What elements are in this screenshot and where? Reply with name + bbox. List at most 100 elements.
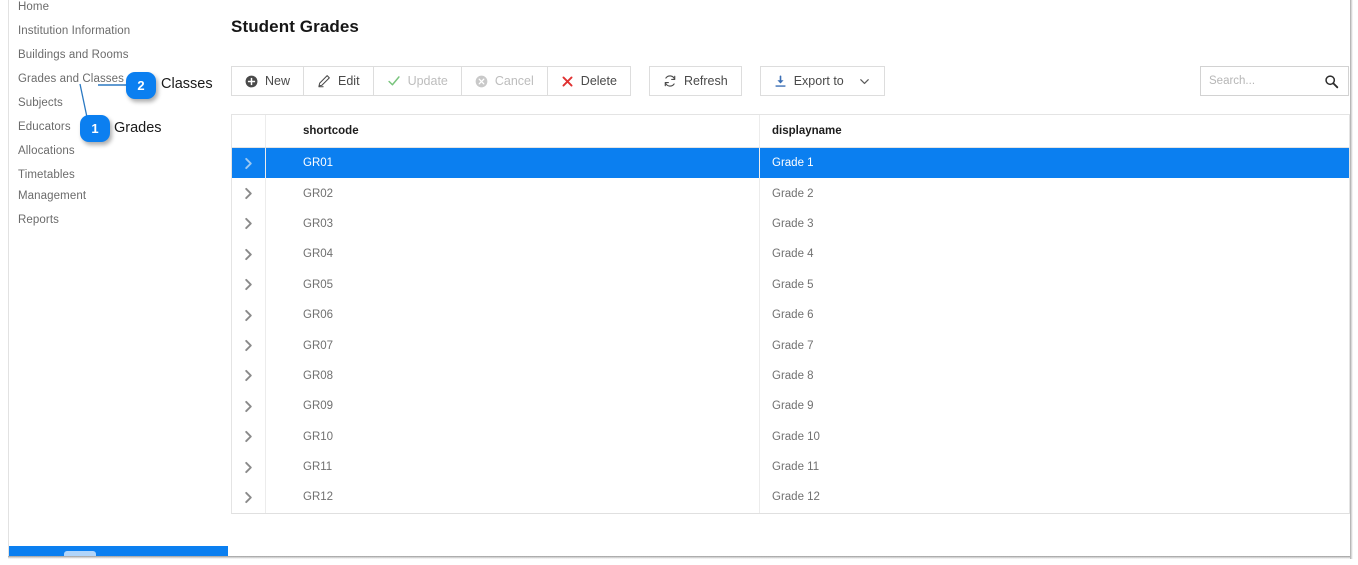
- annotation-marker-2: 2: [126, 72, 156, 99]
- main-content: Student Grades New Edit Update Cancel De…: [229, 0, 1350, 556]
- edit-button-label: Edit: [338, 74, 360, 89]
- table-row[interactable]: GR02 Grade 2: [232, 178, 1349, 209]
- row-expander-icon[interactable]: [232, 208, 266, 240]
- pencil-icon: [317, 74, 331, 88]
- sidebar-footer-bar: [9, 546, 228, 556]
- row-expander-icon[interactable]: [232, 391, 266, 422]
- sidebar-item-institution-information[interactable]: Institution Information: [18, 25, 130, 37]
- table-row[interactable]: GR08 Grade 8: [232, 360, 1349, 392]
- table-row[interactable]: GR11 Grade 11: [232, 451, 1349, 483]
- refresh-button[interactable]: Refresh: [649, 67, 741, 95]
- cell-shortcode: GR06: [266, 299, 760, 331]
- refresh-button-label: Refresh: [683, 74, 728, 89]
- cell-displayname: Grade 7: [772, 339, 814, 352]
- table-row[interactable]: GR07 Grade 7: [232, 330, 1349, 361]
- grid-header-expander-cell: [232, 115, 266, 147]
- cell-shortcode: GR05: [266, 269, 760, 300]
- row-expander-icon[interactable]: [232, 360, 266, 392]
- cell-shortcode: GR01: [266, 148, 760, 179]
- new-button-label: New: [265, 74, 291, 89]
- column-header-shortcode[interactable]: shortcode: [266, 115, 760, 147]
- chevron-down-icon: [858, 75, 871, 88]
- toolbar-group-export: Export to: [759, 66, 885, 96]
- annotation-label-grades: Grades: [114, 120, 162, 136]
- cell-displayname: Grade 9: [772, 400, 814, 413]
- sidebar-item-timetables[interactable]: Timetables: [18, 169, 75, 181]
- sidebar-item-educators[interactable]: Educators: [18, 121, 71, 133]
- row-expander-icon[interactable]: [232, 451, 266, 483]
- sidebar-item-management[interactable]: Management: [18, 190, 86, 202]
- annotation-marker-1-number: 1: [91, 121, 99, 136]
- search-box[interactable]: [1200, 66, 1349, 96]
- cell-shortcode: GR11: [266, 451, 760, 483]
- cell-shortcode: GR02: [266, 178, 760, 209]
- cell-displayname: Grade 5: [772, 278, 814, 291]
- cancel-circle-icon: [475, 75, 488, 88]
- row-expander-icon[interactable]: [232, 299, 266, 331]
- row-expander-icon[interactable]: [232, 148, 266, 179]
- edit-button[interactable]: Edit: [304, 67, 374, 95]
- plus-circle-icon: [245, 75, 258, 88]
- check-icon: [387, 74, 401, 88]
- cell-displayname: Grade 1: [772, 157, 814, 170]
- table-row[interactable]: GR10 Grade 10: [232, 421, 1349, 452]
- row-expander-icon[interactable]: [232, 178, 266, 209]
- cell-shortcode: GR04: [266, 239, 760, 270]
- cancel-button-label: Cancel: [494, 74, 534, 89]
- window-right-shadow: [1350, 0, 1353, 559]
- row-expander-icon[interactable]: [232, 421, 266, 452]
- delete-button[interactable]: Delete: [547, 67, 630, 95]
- grid-header-row: shortcode displayname: [232, 115, 1349, 148]
- table-row[interactable]: GR05 Grade 5: [232, 269, 1349, 300]
- cell-shortcode: GR07: [266, 330, 760, 361]
- cell-displayname: Grade 10: [772, 430, 820, 443]
- cell-shortcode: GR10: [266, 421, 760, 452]
- annotation-label-classes: Classes: [161, 76, 213, 92]
- cell-displayname: Grade 2: [772, 187, 814, 200]
- row-expander-icon[interactable]: [232, 269, 266, 300]
- export-to-button-label: Export to: [793, 74, 844, 89]
- sidebar-item-reports[interactable]: Reports: [18, 214, 59, 226]
- page-title: Student Grades: [231, 17, 359, 36]
- annotation-marker-2-number: 2: [137, 78, 145, 93]
- search-icon[interactable]: [1324, 74, 1348, 89]
- window-bottom-shadow: [8, 556, 1350, 559]
- cell-displayname: Grade 12: [772, 491, 820, 504]
- row-expander-icon[interactable]: [232, 330, 266, 361]
- sidebar-item-buildings-and-rooms[interactable]: Buildings and Rooms: [18, 49, 129, 61]
- update-button[interactable]: Update: [373, 67, 462, 95]
- cell-displayname: Grade 4: [772, 248, 814, 261]
- row-expander-icon[interactable]: [232, 239, 266, 270]
- column-header-displayname[interactable]: displayname: [760, 115, 1349, 147]
- toolbar-group-refresh: Refresh: [648, 66, 742, 96]
- refresh-icon: [663, 74, 677, 88]
- sidebar-item-grades-and-classes[interactable]: Grades and Classes: [18, 73, 124, 85]
- grid-toolbar: New Edit Update Cancel Delete Refresh Ex…: [231, 66, 885, 96]
- delete-button-label: Delete: [580, 74, 617, 89]
- export-dropdown-toggle[interactable]: [851, 67, 884, 95]
- table-row[interactable]: GR12 Grade 12: [232, 482, 1349, 513]
- table-row[interactable]: GR01 Grade 1: [232, 148, 1349, 179]
- table-row[interactable]: GR04 Grade 4: [232, 239, 1349, 270]
- table-row[interactable]: GR09 Grade 9: [232, 391, 1349, 422]
- table-row[interactable]: GR06 Grade 6: [232, 299, 1349, 331]
- update-button-label: Update: [407, 74, 448, 89]
- sidebar-item-subjects[interactable]: Subjects: [18, 97, 63, 109]
- data-grid: shortcode displayname GR01 Grade 1 GR02 …: [231, 114, 1350, 514]
- row-expander-icon[interactable]: [232, 482, 266, 513]
- sidebar-item-home[interactable]: Home: [18, 1, 49, 13]
- table-row[interactable]: GR03 Grade 3: [232, 208, 1349, 240]
- export-to-button[interactable]: Export to: [760, 67, 852, 95]
- cell-shortcode: GR03: [266, 208, 760, 240]
- new-button[interactable]: New: [232, 67, 305, 95]
- cell-displayname: Grade 3: [772, 217, 814, 230]
- annotation-marker-1: 1: [80, 115, 110, 142]
- download-icon: [774, 74, 787, 88]
- search-input[interactable]: [1201, 75, 1324, 87]
- x-icon: [561, 75, 574, 88]
- app-screenshot: Home Institution Information Buildings a…: [0, 0, 1358, 565]
- cell-displayname: Grade 6: [772, 309, 814, 322]
- sidebar-item-allocations[interactable]: Allocations: [18, 145, 75, 157]
- cell-displayname: Grade 8: [772, 369, 814, 382]
- cancel-button[interactable]: Cancel: [461, 67, 548, 95]
